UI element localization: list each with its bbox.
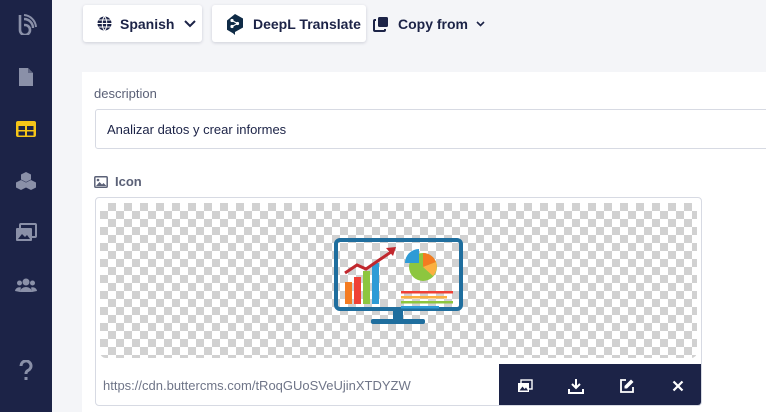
image-preview[interactable] — [100, 203, 697, 358]
media-library-icon — [517, 378, 533, 392]
chevron-down-icon — [184, 19, 197, 27]
media-action-bar — [499, 364, 701, 405]
remove-button[interactable] — [652, 364, 701, 405]
chevron-down-icon — [476, 20, 485, 27]
icon-label-text: Icon — [115, 174, 142, 189]
icon-field-label: Icon — [94, 174, 142, 189]
help-icon[interactable] — [14, 359, 38, 383]
media-library-icon[interactable] — [14, 221, 38, 245]
analytics-illustration — [334, 238, 463, 324]
translation-toolbar: Spanish DeepL Translate Copy from — [52, 0, 766, 72]
download-button[interactable] — [550, 364, 601, 405]
content-panel: description Icon — [82, 72, 766, 412]
media-library-button[interactable] — [499, 364, 550, 405]
language-select-button[interactable]: Spanish — [83, 5, 202, 42]
deepl-label: DeepL Translate — [253, 15, 361, 32]
media-field: https://cdn.buttercms.com/tRoqGUoSVeUjin… — [95, 197, 702, 406]
deepl-translate-button[interactable]: DeepL Translate — [212, 5, 366, 42]
collections-icon[interactable] — [14, 117, 38, 141]
download-icon — [567, 378, 584, 394]
close-icon — [672, 380, 683, 391]
edit-icon — [619, 378, 634, 393]
media-url[interactable]: https://cdn.buttercms.com/tRoqGUoSVeUjin… — [103, 378, 411, 393]
image-icon — [94, 175, 108, 188]
deepl-logo-icon — [227, 13, 243, 35]
copy-from-button[interactable]: Copy from — [373, 5, 485, 42]
copy-from-label: Copy from — [398, 15, 468, 32]
globe-icon — [97, 16, 112, 31]
pages-icon[interactable] — [14, 65, 38, 89]
users-icon[interactable] — [14, 273, 38, 297]
components-icon[interactable] — [14, 169, 38, 193]
description-label: description — [94, 86, 157, 101]
language-label: Spanish — [120, 15, 175, 32]
description-input[interactable] — [95, 109, 766, 149]
butter-logo-icon[interactable] — [14, 12, 38, 36]
copy-icon — [373, 16, 388, 32]
edit-button[interactable] — [601, 364, 652, 405]
sidebar — [0, 0, 52, 412]
